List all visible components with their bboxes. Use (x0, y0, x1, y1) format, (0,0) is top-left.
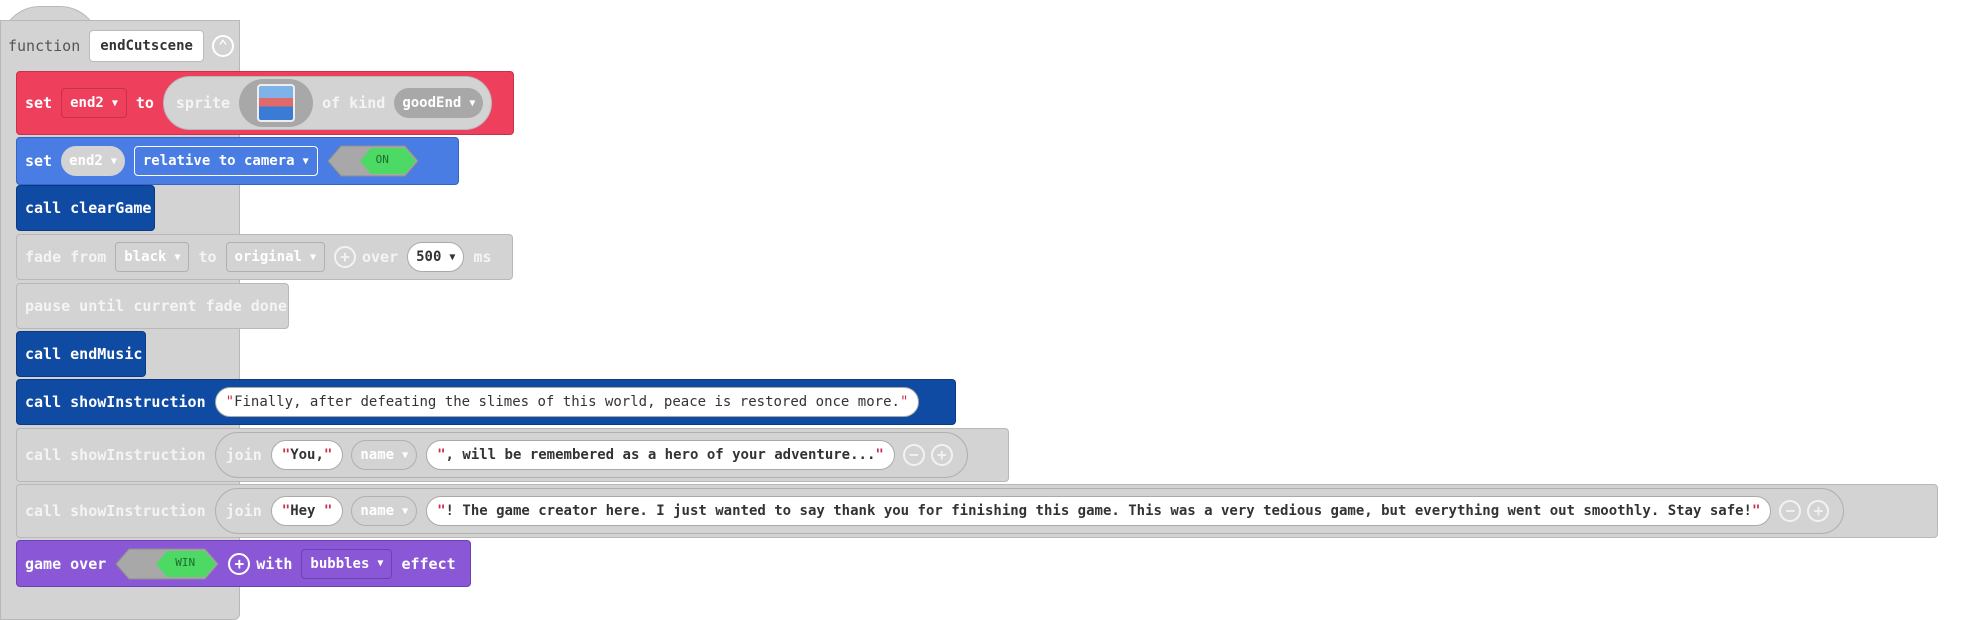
join-keyword: join (225, 502, 262, 520)
over-keyword: over (362, 248, 399, 266)
caret-down-icon: ▼ (377, 558, 384, 569)
join-keyword: join (225, 446, 262, 464)
join-block[interactable]: join " You, " name ▼ ", will be remembered … (214, 432, 968, 478)
call-end-music-block[interactable]: call endMusic (16, 331, 146, 377)
remove-icon[interactable]: − (1779, 500, 1802, 522)
fade-from-keyword: fade from (25, 248, 107, 266)
on-toggle[interactable]: ON (326, 145, 419, 177)
effect-keyword: effect (401, 554, 456, 573)
with-keyword: with (256, 554, 293, 573)
pause-block[interactable]: pause until current fade done (16, 283, 289, 329)
function-keyword: function (8, 37, 81, 55)
caret-down-icon: ▼ (111, 97, 118, 109)
to-keyword: to (198, 248, 217, 266)
name-variable-dropdown[interactable]: name ▼ (351, 440, 418, 470)
call-show-instruction-label: call showInstruction (25, 446, 206, 464)
add-icon[interactable]: + (930, 444, 953, 466)
fade-to-dropdown[interactable]: original ▼ (225, 242, 325, 272)
kind-dropdown[interactable]: goodEnd ▼ (394, 88, 484, 118)
join-block[interactable]: join " Hey " name ▼ "! The game creator he… (214, 488, 1845, 534)
function-name-field[interactable]: endCutscene (89, 30, 204, 62)
pause-label: pause until current fade done (25, 297, 287, 315)
function-header[interactable]: function endCutscene ⌃ (0, 20, 240, 72)
show-instruction-block-2[interactable]: call showInstruction join " You, " name ▼ "… (16, 428, 1009, 482)
caret-down-icon: ▼ (449, 251, 456, 263)
join-text-2[interactable]: ", will be remembered as a hero of your … (426, 440, 895, 470)
toggle-label: WIN (175, 555, 196, 569)
show-instruction-block-3[interactable]: call showInstruction join " Hey " name ▼ "… (16, 484, 1938, 538)
game-over-keyword: game over (25, 554, 107, 573)
toggle-icon (115, 548, 219, 579)
call-end-music-label: call endMusic (25, 345, 143, 363)
caret-down-icon: ▼ (402, 449, 409, 461)
caret-down-icon: ▼ (302, 155, 309, 167)
remove-icon[interactable]: − (902, 444, 925, 466)
sprite-of-kind-block[interactable]: sprite of kind goodEnd ▼ (162, 76, 493, 130)
caret-down-icon: ▼ (469, 97, 476, 109)
sprite-image-icon (257, 84, 296, 122)
property-dropdown[interactable]: relative to camera ▼ (133, 146, 318, 176)
set-sprite-block[interactable]: set end2 ▼ to sprite of kind goodEnd ▼ (16, 71, 514, 135)
name-variable-dropdown[interactable]: name ▼ (351, 496, 418, 526)
set-relative-block[interactable]: set end2 ▼ relative to camera ▼ ON (16, 137, 459, 185)
set-keyword: set (25, 152, 53, 170)
fade-from-dropdown[interactable]: black ▼ (115, 242, 190, 272)
ms-keyword: ms (473, 248, 492, 266)
caret-down-icon: ▼ (110, 155, 117, 167)
caret-down-icon: ▼ (174, 251, 181, 263)
toggle-label: ON (375, 153, 389, 166)
add-icon[interactable]: + (334, 246, 356, 268)
fade-block[interactable]: fade from black ▼ to original ▼ + over 500… (16, 234, 513, 280)
add-icon[interactable]: + (1807, 500, 1830, 522)
toggle-icon (326, 145, 419, 177)
sprite-variable-dropdown[interactable]: end2 ▼ (61, 146, 125, 176)
variable-dropdown[interactable]: end2 ▼ (61, 88, 127, 118)
caret-down-icon: ▼ (402, 505, 409, 517)
call-show-instruction-label: call showInstruction (25, 502, 206, 520)
caret-down-icon: ▼ (309, 251, 316, 263)
set-keyword: set (25, 94, 53, 112)
join-text-2[interactable]: "! The game creator here. I just wanted … (426, 496, 1772, 526)
call-clear-game-label: call clearGame (25, 199, 152, 217)
add-icon[interactable]: + (228, 552, 251, 575)
game-over-block[interactable]: game over WIN + with bubbles ▼ effect (16, 540, 471, 587)
call-show-instruction-label: call showInstruction (25, 393, 206, 411)
join-text-1[interactable]: " You, " (270, 440, 344, 470)
show-instruction-block-1[interactable]: call showInstruction " Finally, after def… (16, 379, 956, 425)
call-clear-game-block[interactable]: call clearGame (16, 185, 155, 231)
sprite-keyword: sprite (175, 94, 231, 112)
instruction-text-field[interactable]: " Finally, after defeating the slimes of … (214, 387, 920, 417)
of-kind-keyword: of kind (322, 94, 386, 112)
chevron-up-icon[interactable]: ⌃ (211, 35, 234, 57)
to-keyword: to (135, 94, 154, 112)
duration-dropdown[interactable]: 500 ▼ (407, 242, 465, 272)
win-toggle[interactable]: WIN (115, 548, 219, 580)
join-text-1[interactable]: " Hey " (270, 496, 344, 526)
sprite-image-picker[interactable] (239, 79, 314, 127)
effect-dropdown[interactable]: bubbles ▼ (301, 548, 393, 579)
